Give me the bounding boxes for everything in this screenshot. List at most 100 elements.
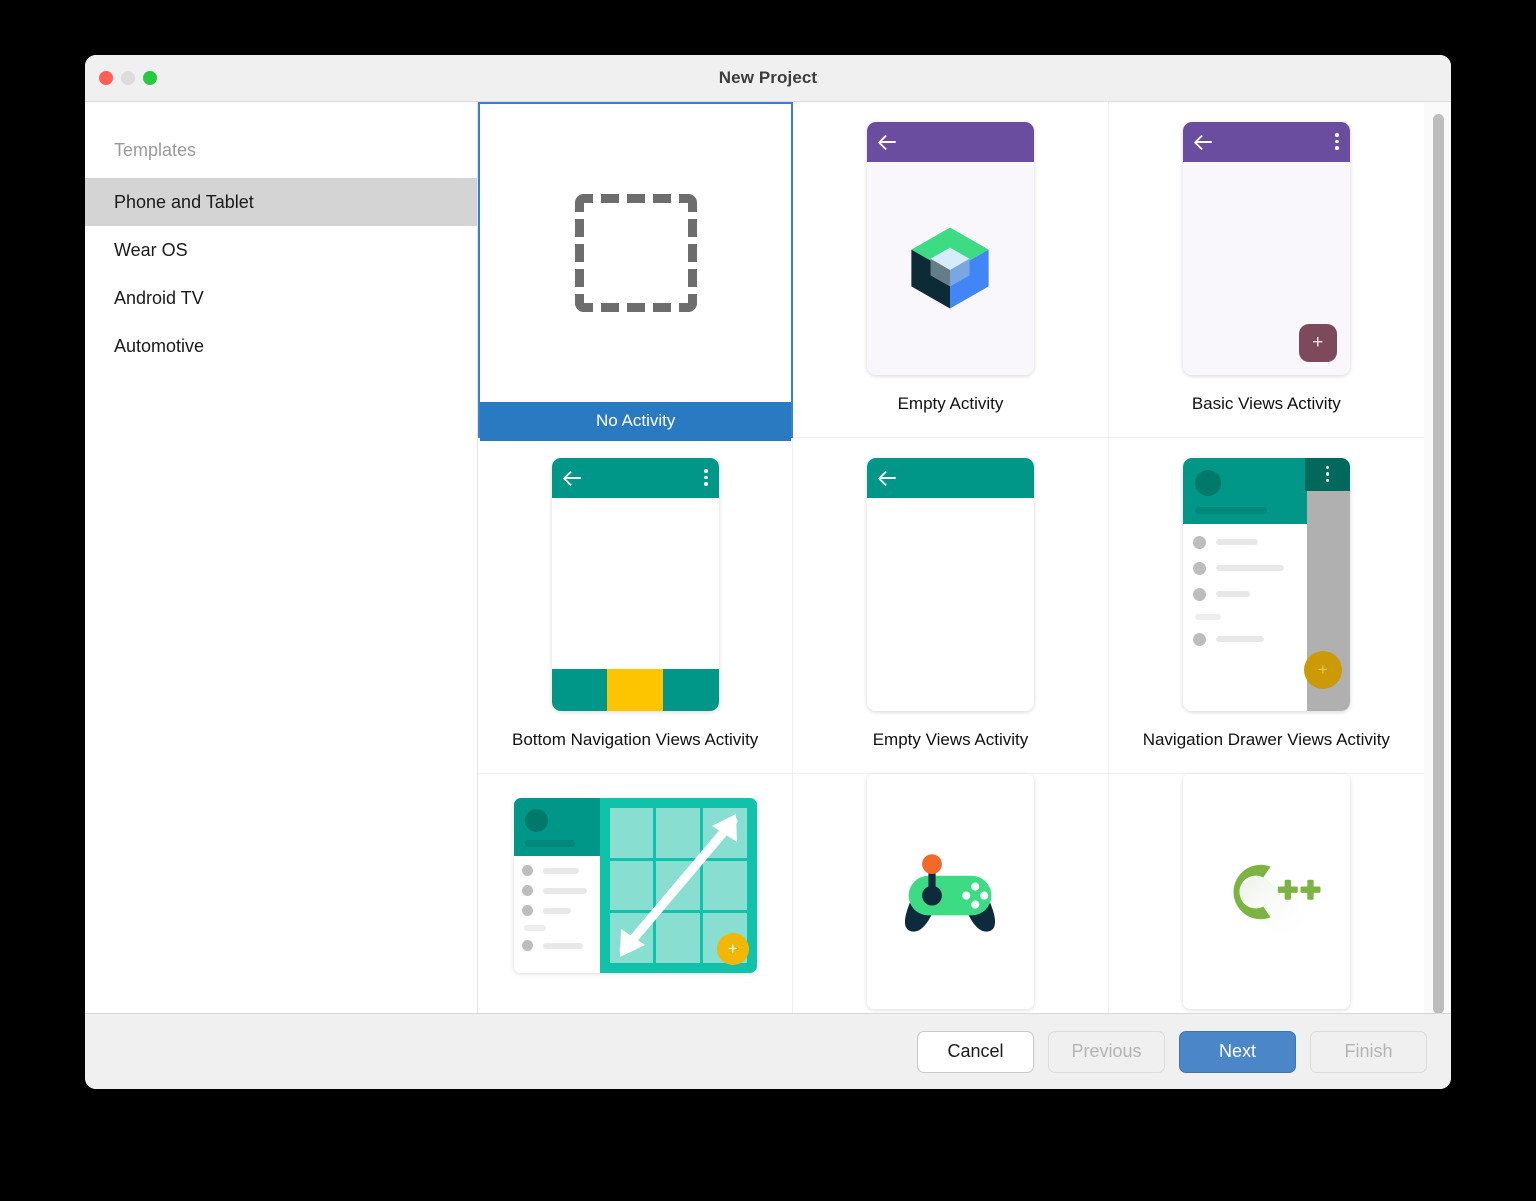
list-divider xyxy=(523,925,546,931)
phone-body xyxy=(551,497,719,669)
list-item-text xyxy=(542,867,579,874)
list-item xyxy=(1192,535,1297,549)
list-item xyxy=(521,905,592,916)
sidebar-header: Templates xyxy=(114,140,197,160)
template-card-native-cpp[interactable] xyxy=(1109,774,1424,1013)
phone-preview xyxy=(866,121,1034,375)
template-thumbnail xyxy=(793,102,1107,394)
phone-preview xyxy=(551,457,719,711)
dialog-footer: Cancel Previous Next Finish xyxy=(85,1013,1451,1089)
drawer-header xyxy=(513,798,600,856)
list-item xyxy=(1192,587,1297,601)
templates-grid-region: No Activity Empty Activity + Basic Views… xyxy=(478,102,1451,1013)
sidebar-item-android-tv[interactable]: Android TV xyxy=(85,274,477,322)
back-arrow-icon xyxy=(563,468,583,488)
template-thumbnail xyxy=(480,104,791,402)
drawer-header xyxy=(1182,457,1308,524)
template-thumbnail xyxy=(793,774,1107,1009)
maximize-window-icon[interactable] xyxy=(143,71,157,85)
app-bar xyxy=(866,457,1034,498)
previous-button[interactable]: Previous xyxy=(1048,1030,1165,1073)
phone-preview: + xyxy=(1182,121,1350,375)
list-item-icon xyxy=(1192,535,1206,549)
template-card-responsive-views-activity[interactable]: + xyxy=(478,774,794,1013)
list-item-text xyxy=(1215,539,1258,545)
cancel-button[interactable]: Cancel xyxy=(917,1030,1034,1073)
list-divider xyxy=(1194,613,1221,620)
floating-action-button-icon: + xyxy=(716,933,749,965)
list-item-text xyxy=(542,907,571,914)
cpp-logo-icon xyxy=(1233,864,1321,934)
phone-body xyxy=(866,161,1034,375)
sidebar-item-label: Phone and Tablet xyxy=(114,192,254,212)
list-item-icon xyxy=(1192,632,1206,646)
list-item-icon xyxy=(521,905,533,916)
app-bar xyxy=(866,121,1034,162)
list-item-icon xyxy=(521,885,533,896)
template-thumbnail xyxy=(793,438,1107,730)
template-card-navigation-drawer-views-activity[interactable]: + Navigation Drawer Views Activity xyxy=(1108,438,1424,774)
avatar-icon xyxy=(524,809,548,832)
templates-grid: No Activity Empty Activity + Basic Views… xyxy=(478,102,1424,1013)
dashed-square-icon xyxy=(574,194,697,312)
app-bar xyxy=(551,457,719,498)
list-item xyxy=(521,940,592,951)
phone-preview xyxy=(1182,774,1350,1009)
drawer-name-placeholder xyxy=(1194,506,1267,514)
list-item-text xyxy=(1215,565,1284,571)
template-card-empty-views-activity[interactable]: Empty Views Activity xyxy=(793,438,1109,774)
avatar-icon xyxy=(1194,469,1221,496)
sidebar-item-wear-os[interactable]: Wear OS xyxy=(85,226,477,274)
template-card-empty-activity[interactable]: Empty Activity xyxy=(793,102,1109,438)
phone-preview xyxy=(866,457,1034,711)
template-label: Bottom Navigation Views Activity xyxy=(512,730,759,749)
template-thumbnail: + xyxy=(1109,438,1424,730)
template-thumbnail: + xyxy=(478,774,792,989)
jetpack-compose-cube-icon xyxy=(911,227,990,309)
drawer-item-list xyxy=(1183,524,1307,711)
overflow-menu-icon xyxy=(1335,133,1339,150)
template-label: No Activity xyxy=(480,402,792,441)
sidebar-item-phone-and-tablet[interactable]: Phone and Tablet xyxy=(85,178,477,226)
overflow-menu-icon xyxy=(1325,465,1330,483)
navigation-drawer xyxy=(513,798,600,973)
list-item xyxy=(521,885,592,896)
template-label: Empty Activity xyxy=(897,394,1004,413)
phone-body: + xyxy=(1182,161,1350,375)
template-thumbnail xyxy=(478,438,792,730)
template-card-no-activity[interactable]: No Activity xyxy=(478,102,794,441)
bottom-nav-item xyxy=(551,668,608,711)
template-card-basic-views-activity[interactable]: + Basic Views Activity xyxy=(1108,102,1424,438)
overflow-menu-icon xyxy=(704,469,708,486)
list-item-text xyxy=(1215,636,1264,642)
template-card-game-activity[interactable] xyxy=(793,774,1109,1013)
template-thumbnail xyxy=(1109,774,1424,1009)
scrollbar-thumb[interactable] xyxy=(1433,114,1444,1013)
sidebar-item-automotive[interactable]: Automotive xyxy=(85,322,477,370)
close-window-icon[interactable] xyxy=(99,71,113,85)
phone-preview xyxy=(866,774,1034,1009)
template-thumbnail: + xyxy=(1109,102,1424,394)
template-label: Basic Views Activity xyxy=(1191,394,1341,413)
back-arrow-icon xyxy=(878,468,898,488)
finish-button[interactable]: Finish xyxy=(1310,1030,1427,1073)
list-item-icon xyxy=(1192,561,1206,575)
floating-action-button-icon: + xyxy=(1298,323,1337,362)
list-item xyxy=(1192,561,1297,575)
list-item xyxy=(521,865,592,876)
list-item-icon xyxy=(1192,587,1206,601)
new-project-dialog: New Project Templates Phone and Tablet W… xyxy=(85,55,1451,1089)
bottom-nav-item-active xyxy=(607,668,663,711)
sidebar-item-label: Automotive xyxy=(114,336,205,356)
window-titlebar: New Project xyxy=(85,55,1451,102)
back-arrow-icon xyxy=(1194,132,1214,152)
next-button[interactable]: Next xyxy=(1179,1030,1296,1073)
template-card-bottom-navigation-views-activity[interactable]: Bottom Navigation Views Activity xyxy=(478,438,794,774)
templates-sidebar: Templates Phone and Tablet Wear OS Andro… xyxy=(85,102,478,1013)
floating-action-button-icon: + xyxy=(1303,650,1342,689)
back-arrow-icon xyxy=(878,132,898,152)
drawer-name-placeholder xyxy=(524,840,575,847)
minimize-window-icon[interactable] xyxy=(121,71,135,85)
list-item-text xyxy=(1215,591,1250,597)
traffic-lights xyxy=(99,71,157,85)
